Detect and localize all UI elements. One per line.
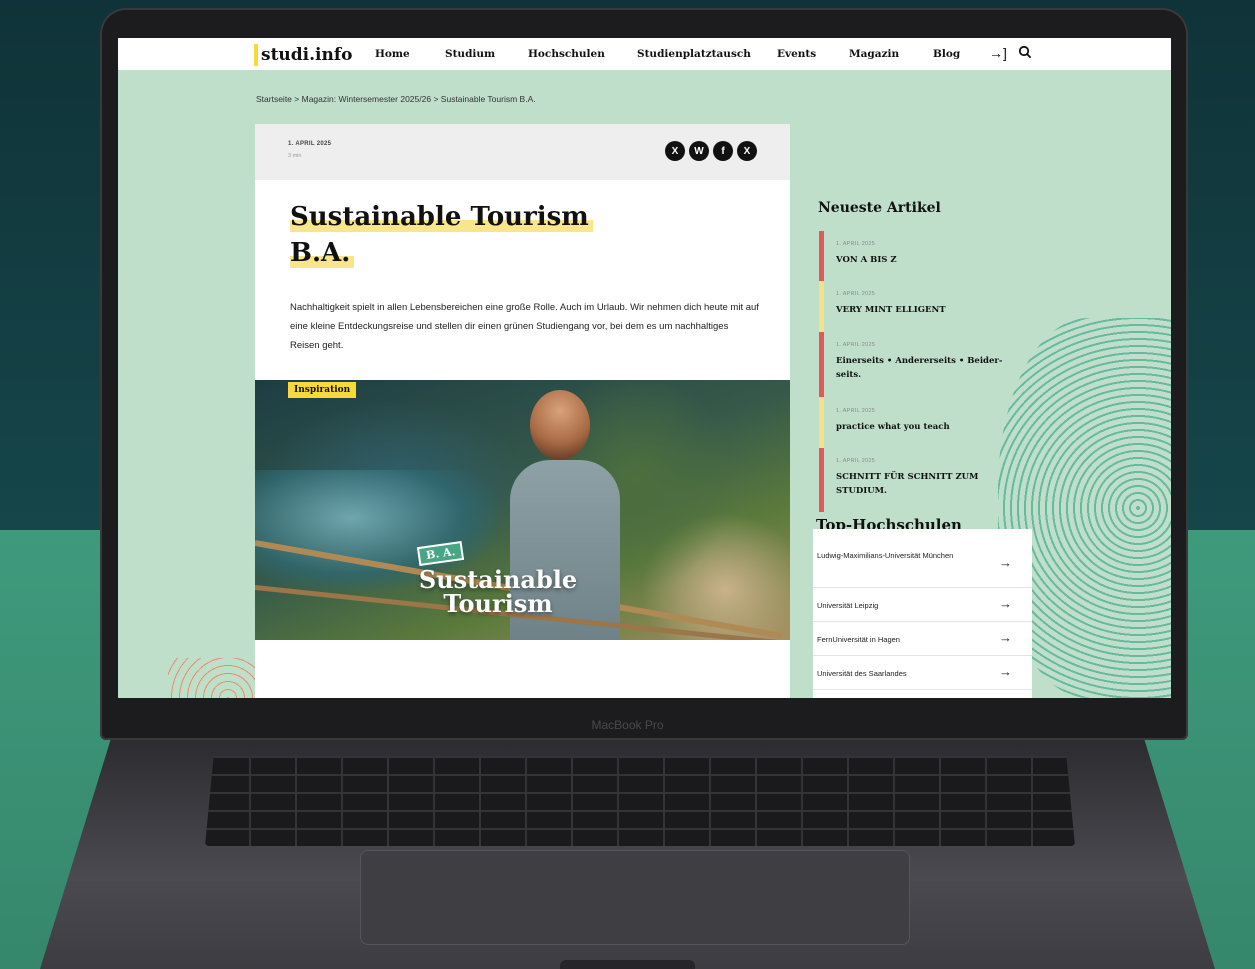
logo-text: studi.info	[261, 45, 353, 65]
university-name: Universität des Saarlandes	[817, 669, 907, 678]
category-tag[interactable]: Inspiration	[288, 382, 357, 398]
university-row[interactable]: FernUniversität in Hagen →	[813, 622, 1032, 656]
hero-title-line2: Tourism	[443, 589, 553, 618]
arrow-right-icon: →	[999, 664, 1012, 679]
article-lead: Nachhaltigkeit spielt in allen Lebensber…	[290, 302, 759, 351]
latest-article-title: VON A BIS Z	[836, 255, 897, 265]
nav-events[interactable]: Events	[777, 48, 816, 60]
facebook-icon[interactable]: f	[713, 141, 733, 161]
article-meta-bar: 1. APRIL 2025 3 min X W f X	[255, 124, 790, 180]
nav-blog[interactable]: Blog	[933, 48, 960, 60]
site-header: studi.info Home Studium Hochschulen Stud…	[118, 38, 1171, 70]
arrow-right-icon: →	[999, 630, 1012, 645]
site-logo[interactable]: studi.info	[254, 44, 353, 66]
article-read-time: 3 min	[288, 153, 302, 159]
latest-article-title: VERY MINT ELLIGENT	[836, 305, 946, 315]
arrow-right-icon: →	[999, 555, 1012, 570]
latest-article-item[interactable]: 1. APRIL 2025 SCHNITT FÜR SCHNITT ZUM ST…	[819, 448, 1009, 512]
breadcrumb-section[interactable]: Magazin: Wintersemester 2025/26	[302, 94, 431, 104]
x-icon[interactable]: X	[665, 141, 685, 161]
university-name: Ludwig-Maximilians-Universität München	[817, 551, 954, 560]
article-accent-bar	[819, 398, 824, 448]
nav-hochschulen[interactable]: Hochschulen	[528, 48, 605, 60]
latest-article-item[interactable]: 1. APRIL 2025 Einerseits • Andererseits …	[819, 332, 1009, 397]
top-universities-list: Ludwig-Maximilians-Universität München →…	[813, 529, 1032, 698]
login-arrow-icon[interactable]: →]	[989, 45, 1007, 61]
article-date: 1. APRIL 2025	[288, 141, 332, 147]
university-row[interactable]: Universität Leipzig →	[813, 588, 1032, 622]
article-accent-bar	[819, 448, 824, 512]
breadcrumb: Startseite > Magazin: Wintersemester 202…	[256, 94, 536, 104]
university-name: FernUniversität in Hagen	[817, 635, 900, 644]
laptop-notch	[560, 960, 695, 969]
whatsapp-icon[interactable]: W	[689, 141, 709, 161]
latest-article-date: 1. APRIL 2025	[836, 291, 876, 297]
university-row[interactable]: Universität des Saarlandes →	[813, 656, 1032, 690]
logo-mark	[254, 44, 258, 66]
breadcrumb-separator: >	[433, 94, 439, 104]
latest-article-title: Einerseits • Andererseits • Beider-seits…	[836, 356, 1003, 380]
article-hero-image: Inspiration B. A. Sustainable Tourism	[255, 380, 790, 640]
nav-home[interactable]: Home	[375, 48, 410, 60]
latest-article-date: 1. APRIL 2025	[836, 342, 876, 348]
arrow-right-icon: →	[999, 596, 1012, 611]
latest-article-title: SCHNITT FÜR SCHNITT ZUM STUDIUM.	[836, 472, 979, 496]
university-row[interactable]: Ludwig-Maximilians-Universität München →	[813, 529, 1032, 588]
device-label: MacBook Pro	[591, 718, 664, 732]
latest-articles-heading: Neueste Artikel	[818, 200, 941, 216]
hero-person-head	[530, 390, 590, 460]
article-title-line2: B.A.	[290, 238, 355, 268]
article-card: 1. APRIL 2025 3 min X W f X Sustainable …	[255, 124, 790, 698]
latest-article-item[interactable]: 1. APRIL 2025 practice what you teach	[819, 398, 1009, 448]
breadcrumb-current: Sustainable Tourism B.A.	[440, 94, 536, 104]
article-title-line1: Sustainable Tourism	[290, 202, 593, 232]
decorative-dots	[168, 658, 258, 698]
latest-article-date: 1. APRIL 2025	[836, 241, 876, 247]
nav-magazin[interactable]: Magazin	[849, 48, 899, 60]
nav-studienplatztausch[interactable]: Studienplatztausch	[637, 48, 751, 60]
laptop-keyboard	[205, 756, 1075, 846]
hero-title: Sustainable Tourism	[393, 568, 603, 616]
laptop-trackpad	[360, 850, 910, 945]
latest-article-title: practice what you teach	[836, 422, 950, 432]
article-accent-bar	[819, 332, 824, 397]
search-icon[interactable]	[1018, 45, 1032, 62]
article-accent-bar	[819, 281, 824, 333]
latest-article-date: 1. APRIL 2025	[836, 458, 876, 464]
xing-icon[interactable]: X	[737, 141, 757, 161]
laptop-screen: studi.info Home Studium Hochschulen Stud…	[118, 38, 1171, 698]
latest-article-date: 1. APRIL 2025	[836, 408, 876, 414]
latest-article-item[interactable]: 1. APRIL 2025 VERY MINT ELLIGENT	[819, 281, 1009, 333]
nav-studium[interactable]: Studium	[445, 48, 495, 60]
breadcrumb-separator: >	[294, 94, 300, 104]
breadcrumb-home[interactable]: Startseite	[256, 94, 292, 104]
university-name: Universität Leipzig	[817, 601, 879, 610]
